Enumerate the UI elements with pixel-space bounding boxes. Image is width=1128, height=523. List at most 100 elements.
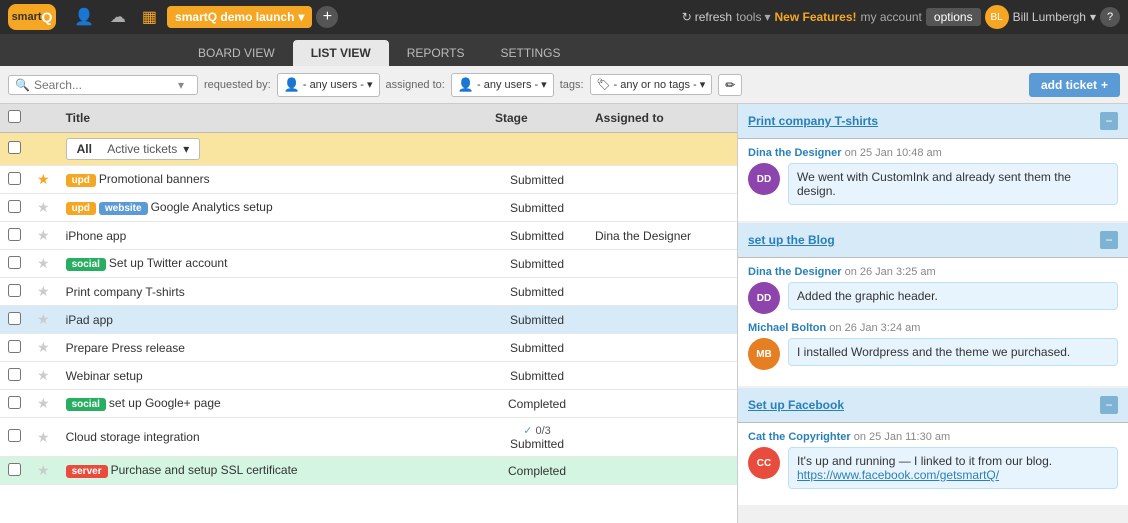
comment-date: on 25 Jan 10:48 am — [845, 147, 942, 159]
logo-icon: smartQ — [8, 4, 56, 30]
all-active-checkbox[interactable] — [8, 141, 21, 154]
assigned-header: Assigned to — [587, 104, 717, 133]
section-title-link[interactable]: set up the Blog — [748, 233, 835, 247]
ticket-assigned — [587, 362, 717, 390]
collapse-button[interactable]: − — [1100, 112, 1118, 130]
refresh-icon: ↻ — [682, 10, 692, 24]
stage-value: Submitted — [495, 341, 579, 355]
project-dropdown[interactable]: smartQ demo launch ▾ — [167, 6, 312, 28]
star-icon[interactable]: ★ — [37, 227, 50, 243]
ticket-checkbox[interactable] — [8, 200, 21, 213]
select-all-checkbox[interactable] — [8, 110, 21, 123]
ticket-assigned — [587, 457, 717, 485]
requested-by-dropdown[interactable]: 👤 - any users - ▾ — [277, 73, 380, 97]
section-header: set up the Blog − — [738, 223, 1128, 258]
add-ticket-button[interactable]: add ticket + — [1029, 73, 1120, 97]
all-active-dropdown[interactable]: All Active tickets ▾ — [66, 138, 201, 160]
tools-button[interactable]: tools ▾ — [736, 10, 770, 24]
grid-icon[interactable]: ▦ — [136, 7, 163, 27]
collapse-button[interactable]: − — [1100, 231, 1118, 249]
tags-dropdown[interactable]: 🏷 - any or no tags - ▾ — [590, 74, 713, 95]
stage-value: Submitted — [495, 313, 579, 327]
comment: Michael Bolton on 26 Jan 3:24 amMBI inst… — [748, 322, 1118, 370]
ticket-checkbox[interactable] — [8, 429, 21, 442]
ticket-checkbox[interactable] — [8, 368, 21, 381]
assigned-to-dropdown[interactable]: 👤 - any users - ▾ — [451, 73, 554, 97]
top-bar: smartQ 👤 ☁ ▦ smartQ demo launch ▾ + ↻ re… — [0, 0, 1128, 34]
star-icon[interactable]: ★ — [37, 429, 50, 445]
refresh-button[interactable]: ↻ refresh — [682, 10, 732, 24]
stage-header: Stage — [487, 104, 587, 133]
collapse-button[interactable]: − — [1100, 396, 1118, 414]
ticket-title[interactable]: socialSet up Twitter account — [66, 256, 228, 270]
ticket-checkbox[interactable] — [8, 256, 21, 269]
ticket-checkbox[interactable] — [8, 463, 21, 476]
upd-tag: upd — [66, 174, 96, 187]
options-button[interactable]: options — [926, 8, 981, 26]
stage-value: Submitted — [495, 173, 579, 187]
add-project-button[interactable]: + — [316, 6, 338, 28]
stage-value: Submitted — [495, 285, 579, 299]
tab-bar: BOARD VIEW LIST VIEW REPORTS SETTINGS — [0, 34, 1128, 66]
section-title-link[interactable]: Set up Facebook — [748, 398, 844, 412]
tools-chevron-icon: ▾ — [764, 10, 770, 24]
social-tag: social — [66, 398, 106, 411]
new-features-button[interactable]: New Features! — [775, 10, 857, 24]
stage-value: Submitted — [495, 229, 579, 243]
stage-value: Submitted — [495, 369, 579, 383]
check-icon: ✓ — [523, 424, 532, 437]
user-icon[interactable]: 👤 — [68, 7, 100, 27]
tab-list[interactable]: LIST VIEW — [293, 40, 389, 66]
stage-value: Completed — [495, 464, 579, 478]
tab-board[interactable]: BOARD VIEW — [180, 40, 293, 66]
star-icon[interactable]: ★ — [37, 199, 50, 215]
ticket-checkbox[interactable] — [8, 172, 21, 185]
ticket-title[interactable]: Cloud storage integration — [66, 430, 200, 444]
tab-reports[interactable]: REPORTS — [389, 40, 483, 66]
tab-settings[interactable]: SETTINGS — [482, 40, 578, 66]
ticket-checkbox[interactable] — [8, 228, 21, 241]
ticket-checkbox[interactable] — [8, 284, 21, 297]
star-icon[interactable]: ★ — [37, 311, 50, 327]
comment-link[interactable]: https://www.facebook.com/getsmartQ/ — [797, 468, 999, 482]
search-input[interactable] — [34, 78, 174, 92]
star-icon[interactable]: ★ — [37, 283, 50, 299]
user-area[interactable]: BL Bill Lumbergh ▾ — [985, 5, 1096, 29]
ticket-title[interactable]: Prepare Press release — [66, 341, 185, 355]
ticket-title[interactable]: iPad app — [66, 313, 113, 327]
ticket-assigned: Dina the Designer — [587, 222, 717, 250]
ticket-checkbox[interactable] — [8, 340, 21, 353]
comment-area: Dina the Designer on 25 Jan 10:48 amDDWe… — [738, 139, 1128, 221]
ticket-title[interactable]: socialset up Google+ page — [66, 396, 221, 410]
website-tag: website — [99, 202, 148, 215]
commenter-name: Dina the Designer — [748, 147, 842, 159]
ticket-title[interactable]: serverPurchase and setup SSL certificate — [66, 463, 298, 477]
ticket-title[interactable]: updPromotional banners — [66, 172, 210, 186]
star-icon[interactable]: ★ — [37, 367, 50, 383]
ticket-stage: ✓ 0/3Submitted — [487, 418, 587, 457]
section-title-link[interactable]: Print company T-shirts — [748, 114, 878, 128]
table-row: ★updwebsiteGoogle Analytics setupSubmitt… — [0, 194, 737, 222]
ticket-title[interactable]: iPhone app — [66, 229, 127, 243]
ticket-checkbox[interactable] — [8, 396, 21, 409]
ticket-list: Title Stage Assigned to — [0, 104, 738, 523]
ticket-title[interactable]: updwebsiteGoogle Analytics setup — [66, 200, 273, 214]
help-button[interactable]: ? — [1100, 7, 1120, 27]
comment-date: on 25 Jan 11:30 am — [854, 431, 950, 443]
star-icon[interactable]: ★ — [37, 255, 50, 271]
ticket-title[interactable]: Print company T-shirts — [66, 285, 185, 299]
filter-dropdown-icon[interactable]: ▾ — [178, 78, 184, 92]
avatar: DD — [748, 163, 780, 195]
table-row: ★socialSet up Twitter accountSubmitted — [0, 250, 737, 278]
star-icon[interactable]: ★ — [37, 339, 50, 355]
edit-filter-icon[interactable]: ✏ — [718, 74, 742, 96]
star-icon[interactable]: ★ — [37, 395, 50, 411]
star-icon[interactable]: ★ — [37, 171, 50, 187]
upd-tag: upd — [66, 202, 96, 215]
table-row: ★socialset up Google+ pageCompleted — [0, 390, 737, 418]
cloud-icon[interactable]: ☁ — [104, 7, 132, 27]
star-icon[interactable]: ★ — [37, 462, 50, 478]
my-account-button[interactable]: my account — [861, 10, 922, 24]
ticket-checkbox[interactable] — [8, 312, 21, 325]
ticket-title[interactable]: Webinar setup — [66, 369, 143, 383]
